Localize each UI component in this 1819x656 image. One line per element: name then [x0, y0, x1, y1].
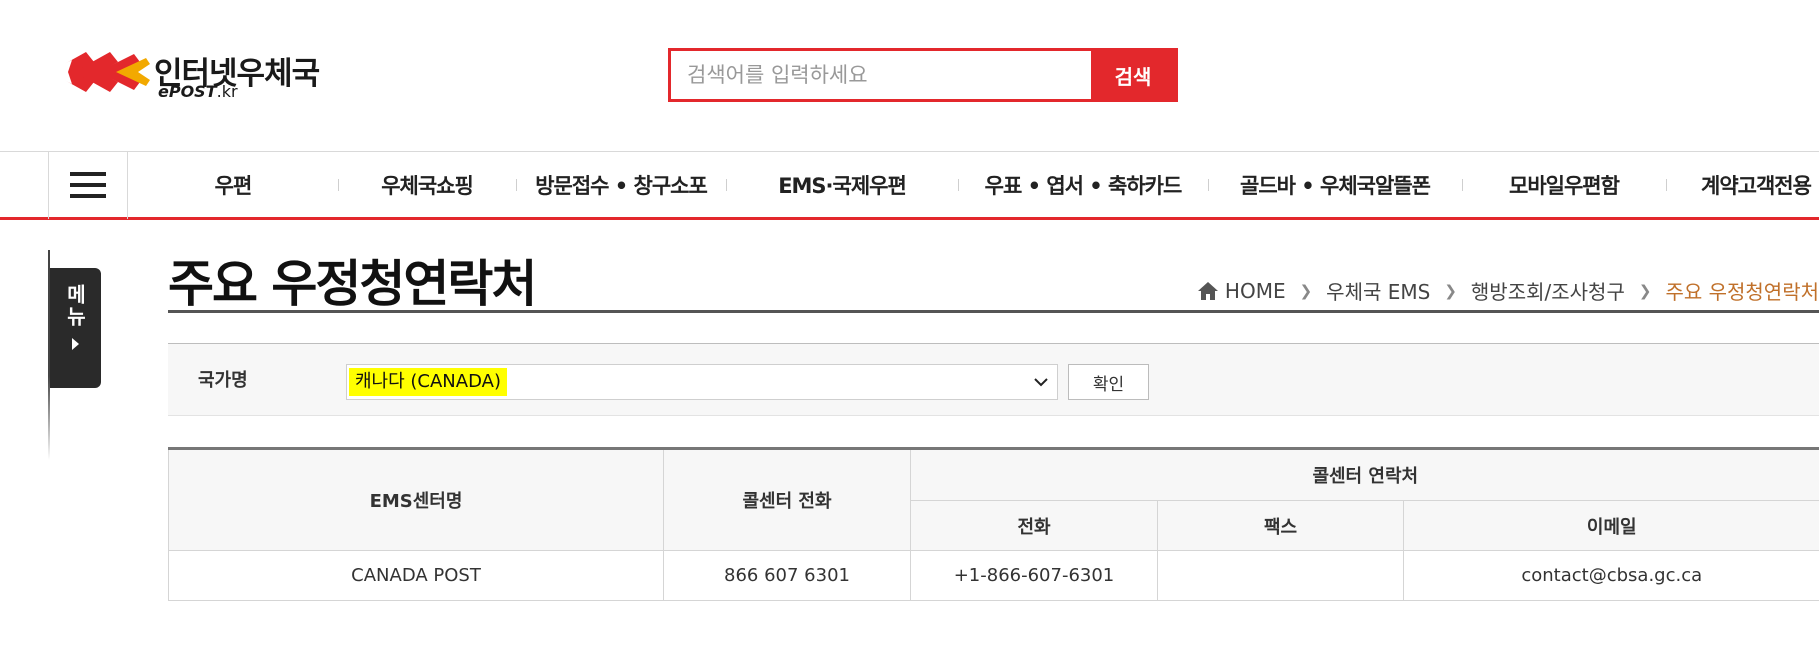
header-phone: 전화: [910, 500, 1158, 551]
breadcrumb-ems[interactable]: 우체국 EMS: [1326, 276, 1430, 305]
gnb-menu: 우편 우체국쇼핑 방문접수 • 창구소포 EMS·국제우편 우표 • 엽서 • …: [128, 152, 1819, 218]
home-icon: [1197, 281, 1218, 300]
breadcrumb: HOME ❯ 우체국 EMS ❯ 행방조회/조사청구 ❯ 주요 우정청연락처: [1197, 276, 1819, 305]
title-divider: [168, 310, 1819, 313]
table-row: CANADA POST 866 607 6301 +1-866-607-6301…: [168, 550, 1819, 601]
logo-subtitle: ePOST.kr: [158, 82, 238, 101]
breadcrumb-tracking[interactable]: 행방조회/조사청구: [1471, 276, 1625, 305]
caret-right-icon: [72, 338, 79, 350]
breadcrumb-current: 주요 우정청연락처: [1665, 280, 1819, 304]
site-logo[interactable]: 인터넷우체국 ePOST.kr: [46, 44, 346, 106]
gnb-item-pickup-parcel[interactable]: 방문접수 • 창구소포: [516, 170, 726, 200]
gnb-item-mail[interactable]: 우편: [128, 170, 338, 200]
gnb-item-goldbar-phone[interactable]: 골드바 • 우체국알뜰폰: [1208, 170, 1462, 200]
search-button[interactable]: 검색: [1091, 51, 1175, 99]
header-center-name: EMS센터명: [168, 448, 664, 551]
cell-fax: [1157, 550, 1404, 601]
global-nav: 우편 우체국쇼핑 방문접수 • 창구소포 EMS·국제우편 우표 • 엽서 • …: [0, 151, 1819, 220]
cell-center-name: CANADA POST: [168, 550, 664, 601]
cell-callcenter-phone: 866 607 6301: [663, 550, 911, 601]
header-callcenter-contact: 콜센터 연락처: [909, 448, 1819, 501]
confirm-button[interactable]: 확인: [1068, 364, 1149, 400]
contact-table: EMS센터명 콜센터 전화 콜센터 연락처 전화 팩스 이메일 CANADA P…: [168, 447, 1819, 601]
header-fax: 팩스: [1157, 500, 1404, 551]
gnb-item-shopping[interactable]: 우체국쇼핑: [338, 170, 516, 200]
country-search-form: 국가명 캐나다 (CANADA) 확인: [168, 343, 1819, 416]
country-select[interactable]: 캐나다 (CANADA): [346, 364, 1058, 400]
gnb-item-ems-international[interactable]: EMS·국제우편: [726, 170, 958, 200]
page-title: 주요 우정청연락처: [168, 255, 537, 313]
country-select-value: 캐나다 (CANADA): [349, 368, 507, 396]
chevron-right-icon: ❯: [1299, 281, 1313, 300]
chevron-right-icon: ❯: [1444, 281, 1457, 300]
country-label: 국가명: [198, 370, 248, 391]
header-callcenter-phone: 콜센터 전화: [663, 448, 911, 551]
chevron-right-icon: ❯: [1638, 281, 1652, 300]
gnb-item-contract-customer[interactable]: 계약고객전용: [1666, 170, 1819, 200]
search-box: 검색: [668, 48, 1178, 102]
cell-phone: +1-866-607-6301: [910, 550, 1158, 601]
header-email: 이메일: [1402, 500, 1819, 551]
gnb-item-stamps-cards[interactable]: 우표 • 엽서 • 축하카드: [958, 170, 1208, 200]
breadcrumb-home[interactable]: HOME: [1225, 279, 1286, 303]
chevron-down-icon: [1034, 378, 1048, 387]
gnb-item-mobile-mailbox[interactable]: 모바일우편함: [1462, 170, 1666, 200]
hamburger-menu-icon[interactable]: [48, 151, 128, 219]
search-input[interactable]: [671, 51, 1091, 99]
epost-logo-icon: [46, 52, 150, 92]
cell-email: contact@cbsa.gc.ca: [1402, 550, 1819, 601]
side-menu-label: 메뉴: [63, 284, 87, 328]
side-menu-tab[interactable]: 메뉴: [50, 268, 101, 388]
